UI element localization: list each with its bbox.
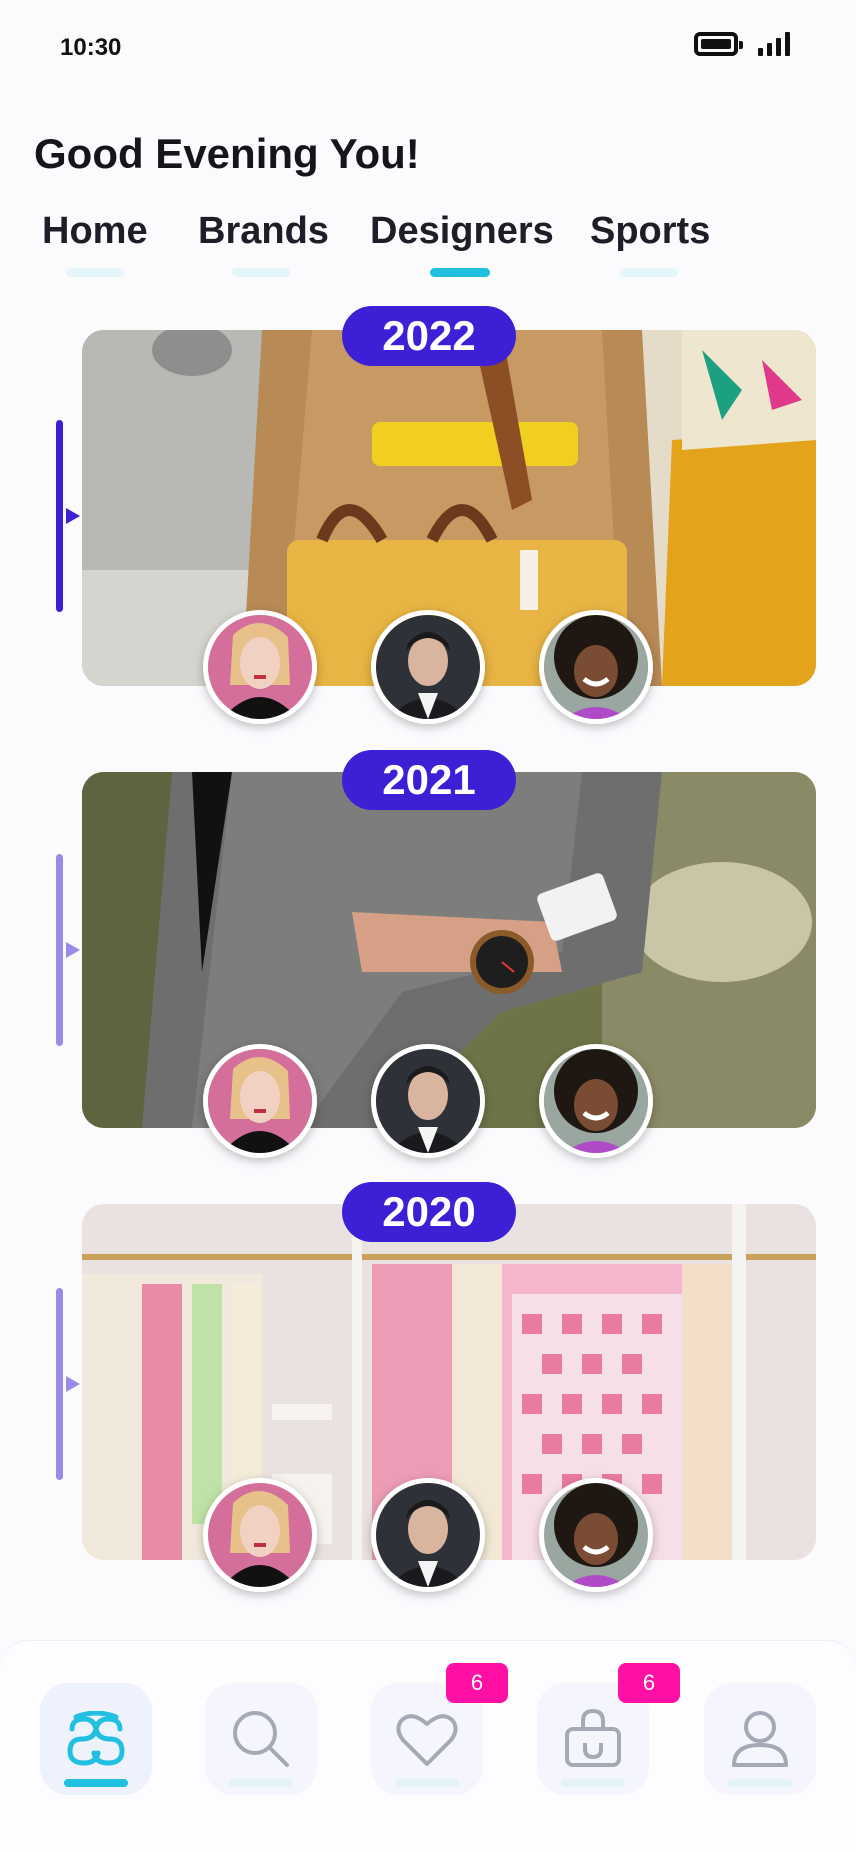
- signal-icon: [758, 32, 790, 56]
- tab-home[interactable]: Home: [42, 210, 148, 253]
- heart-icon: [396, 1714, 458, 1766]
- year-badge: 2020: [342, 1182, 516, 1242]
- timeline-arrow-icon: [66, 508, 80, 524]
- nav-search-indicator: [229, 1779, 293, 1787]
- bag-count-badge: 6: [618, 1663, 680, 1703]
- timeline-bar: [56, 420, 63, 612]
- collection-card-2021[interactable]: 2021: [0, 744, 856, 1164]
- profile-icon: [732, 1711, 788, 1767]
- home-logo-icon: [67, 1711, 125, 1766]
- designer-avatar-3[interactable]: [539, 610, 653, 724]
- designer-avatar-2[interactable]: [371, 1044, 485, 1158]
- timeline-bar: [56, 1288, 63, 1480]
- tab-designers[interactable]: Designers: [370, 210, 554, 253]
- timeline-arrow-icon: [66, 942, 80, 958]
- wishlist-count-badge: 6: [446, 1663, 508, 1703]
- nav-wishlist-indicator: [395, 1779, 459, 1787]
- designer-avatar-3[interactable]: [539, 1044, 653, 1158]
- collection-card-2020[interactable]: 2020: [0, 1176, 856, 1596]
- nav-search-button[interactable]: [205, 1683, 317, 1795]
- search-icon: [233, 1711, 289, 1767]
- designer-avatar-1[interactable]: [203, 1044, 317, 1158]
- battery-icon: [694, 32, 743, 56]
- status-bar: 10:30: [0, 0, 856, 96]
- year-badge: 2022: [342, 306, 516, 366]
- tab-brands[interactable]: Brands: [198, 210, 329, 253]
- designer-avatar-3[interactable]: [539, 1478, 653, 1592]
- tab-sports-indicator: [620, 268, 678, 277]
- shopping-bag-icon: [565, 1709, 621, 1767]
- collection-card-2022[interactable]: 2022: [0, 300, 856, 724]
- nav-profile-indicator: [728, 1779, 792, 1787]
- nav-profile-button[interactable]: [704, 1683, 816, 1795]
- timeline-bar: [56, 854, 63, 1046]
- tab-designers-indicator: [430, 268, 490, 277]
- designer-avatar-2[interactable]: [371, 610, 485, 724]
- designer-avatar-2[interactable]: [371, 1478, 485, 1592]
- tab-brands-indicator: [232, 268, 290, 277]
- tab-home-indicator: [66, 268, 124, 277]
- year-badge: 2021: [342, 750, 516, 810]
- nav-home-indicator: [64, 1779, 128, 1787]
- category-tabs: Home Brands Designers Sports: [0, 210, 856, 280]
- bottom-nav: 6 6: [0, 1640, 856, 1852]
- tab-sports[interactable]: Sports: [590, 210, 710, 253]
- timeline-arrow-icon: [66, 1376, 80, 1392]
- designer-avatar-1[interactable]: [203, 610, 317, 724]
- status-time: 10:30: [60, 34, 122, 61]
- status-icons: [694, 32, 790, 56]
- nav-home-button[interactable]: [40, 1683, 152, 1795]
- nav-bag-indicator: [561, 1779, 625, 1787]
- designer-avatar-1[interactable]: [203, 1478, 317, 1592]
- page-title: Good Evening You!: [34, 130, 420, 177]
